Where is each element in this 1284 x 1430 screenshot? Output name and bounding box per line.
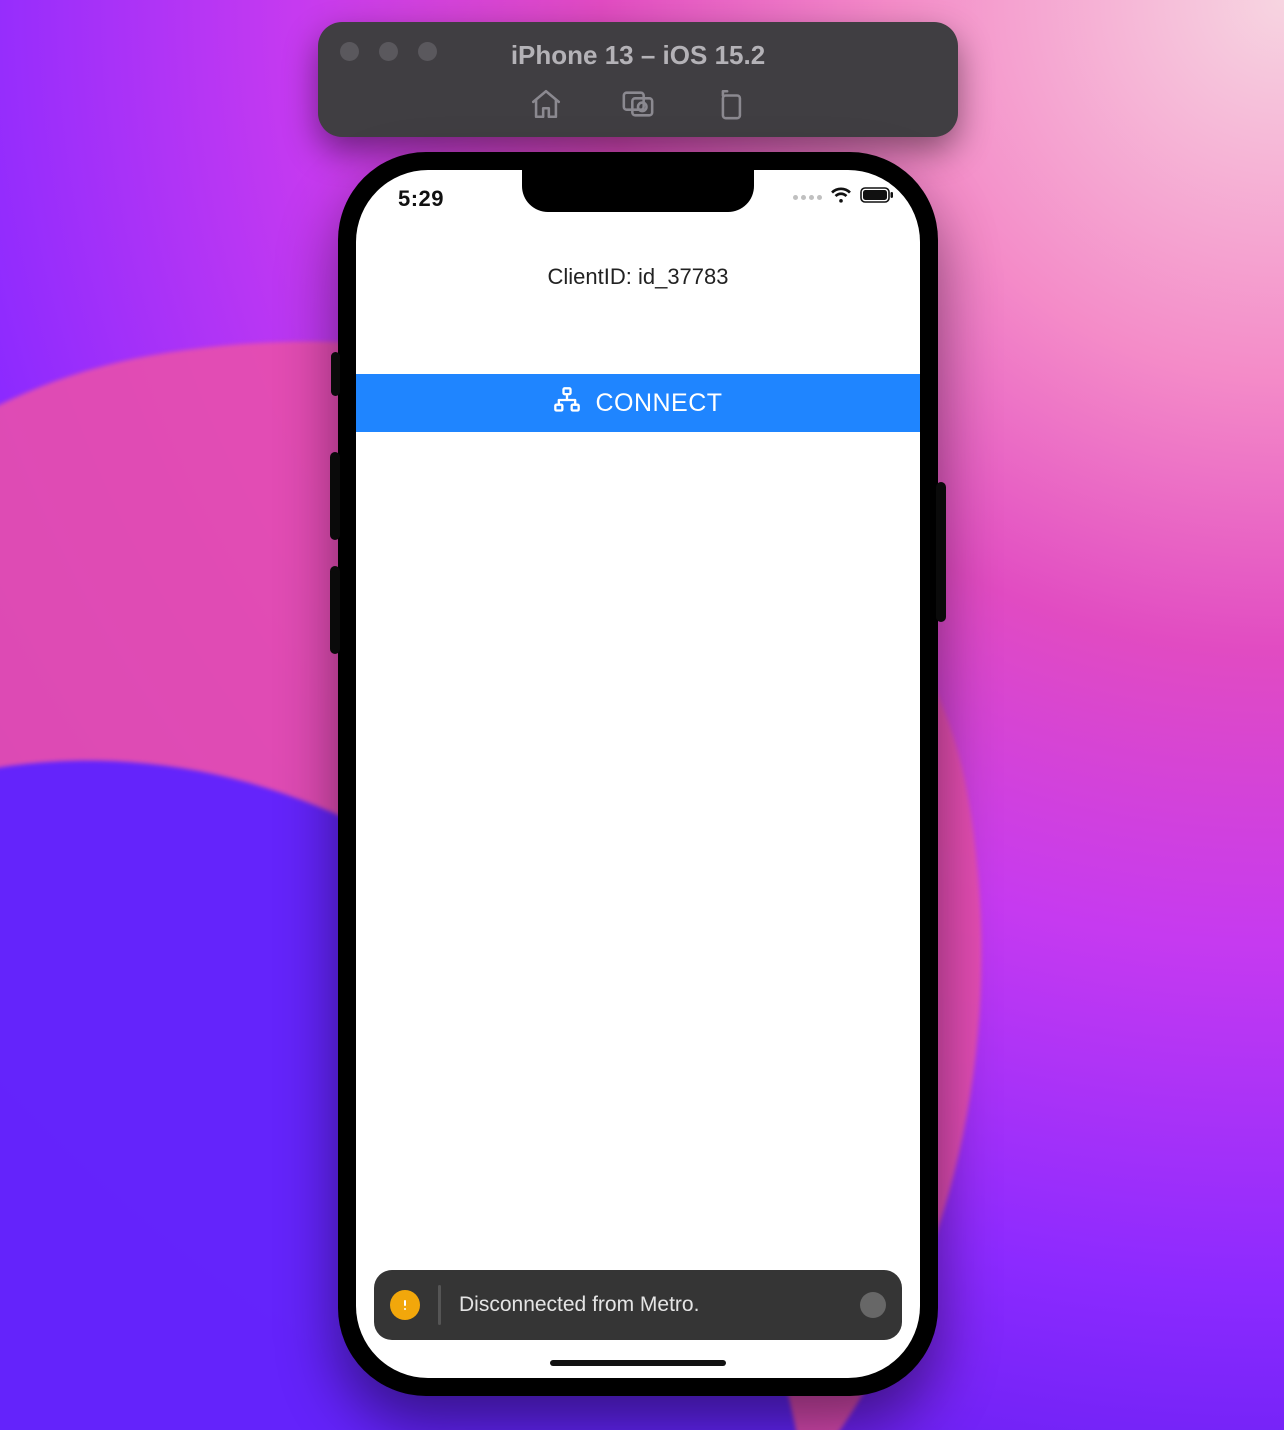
home-icon[interactable] xyxy=(529,87,563,126)
status-time: 5:29 xyxy=(398,186,444,212)
volume-up-button[interactable] xyxy=(330,452,340,540)
toast-message: Disconnected from Metro. xyxy=(459,1293,846,1317)
toast-status-dot xyxy=(860,1292,886,1318)
battery-icon xyxy=(860,187,894,208)
app-content: ClientID: id_37783 CONNECT xyxy=(356,230,920,1378)
simulator-panel: iPhone 13 – iOS 15.2 xyxy=(318,22,958,137)
client-id-label: ClientID: id_37783 xyxy=(356,264,920,290)
simulator-title: iPhone 13 – iOS 15.2 xyxy=(318,40,958,71)
home-indicator[interactable] xyxy=(550,1360,726,1366)
network-icon xyxy=(553,386,581,421)
notch xyxy=(522,170,754,212)
toast-divider xyxy=(438,1285,441,1325)
power-button[interactable] xyxy=(936,482,946,622)
cellular-icon xyxy=(793,195,822,200)
warning-icon xyxy=(390,1290,420,1320)
screenshot-icon[interactable] xyxy=(621,87,655,126)
volume-down-button[interactable] xyxy=(330,566,340,654)
connect-button[interactable]: CONNECT xyxy=(356,374,920,432)
phone-screen: 5:29 xyxy=(356,170,920,1378)
connect-button-label: CONNECT xyxy=(595,389,722,418)
mute-switch[interactable] xyxy=(331,352,340,396)
rotate-icon[interactable] xyxy=(713,87,747,126)
metro-toast[interactable]: Disconnected from Metro. xyxy=(374,1270,902,1340)
wifi-icon xyxy=(830,186,852,209)
phone-frame: 5:29 xyxy=(338,152,938,1396)
